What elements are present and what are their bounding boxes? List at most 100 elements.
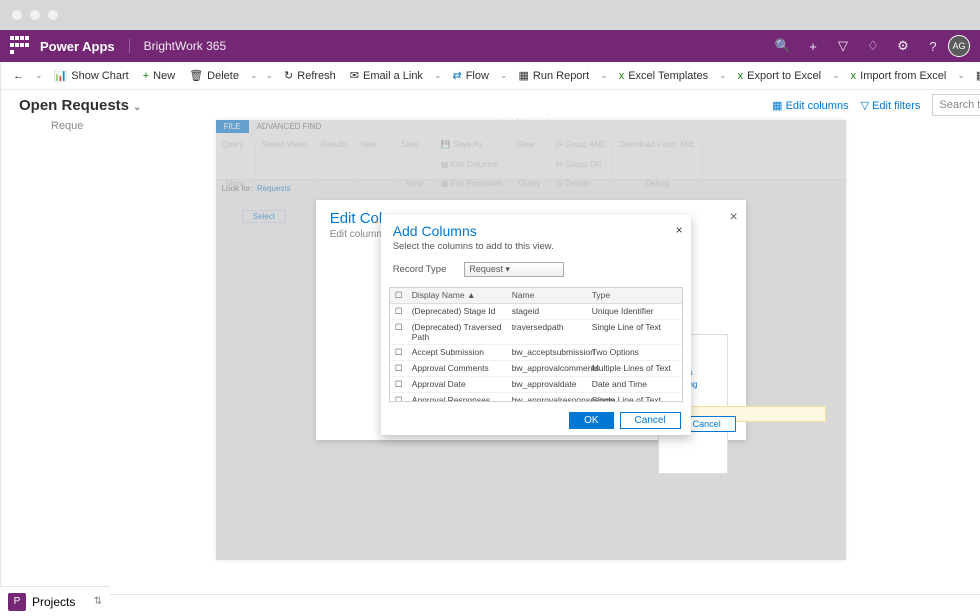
mac-max[interactable] [48,10,58,20]
cmd-refresh[interactable]: ↻Refresh [278,66,342,85]
cmd-back[interactable]: ← [7,67,30,85]
area-switcher[interactable]: P Projects ⇅ [0,586,110,616]
select-all-checkbox[interactable]: ☐ [390,288,408,303]
row-checkbox[interactable]: ☐ [390,320,408,344]
waffle-icon[interactable] [10,36,30,56]
name-cell: stageid [508,304,588,319]
cmd-email-a-link[interactable]: ✉Email a Link [344,66,429,85]
cmd-icon: x [619,70,625,82]
cmd-icon: 🗑 [189,69,203,82]
table-row[interactable]: ☐Approval Datebw_approvaldateDate and Ti… [390,377,682,393]
record-type-select[interactable]: Request ▾ [464,262,564,277]
d365-screenshot: Microsoft | Dynamics 365 FILE ADVANCED F… [216,120,846,560]
table-row[interactable]: ☐(Deprecated) Stage IdstageidUnique Iden… [390,304,682,320]
row-checkbox[interactable]: ☐ [390,377,408,392]
chevron-down-icon: ⌄ [133,102,141,113]
chevron-down-icon[interactable]: ⌄ [716,70,730,81]
name-cell: bw_approvaldate [508,377,588,392]
name-cell: traversedpath [508,320,588,344]
add-columns-dialog: × Add Columns Select the columns to add … [381,215,691,435]
cmd-import-from-excel[interactable]: xImport from Excel [845,67,953,85]
table-row[interactable]: ☐Approval Commentsbw_approvalcommentsMul… [390,361,682,377]
chevron-down-icon[interactable]: ⌄ [954,70,968,81]
status-bar: 0 - 0 of 0 |⟨ ⟨ Page 1 ⟩ [1,594,980,616]
cmd-icon: x [851,70,857,82]
cmd-excel-templates[interactable]: xExcel Templates [613,67,714,85]
display-name-cell: Accept Submission [408,345,508,360]
type-cell: Unique Identifier [588,304,682,319]
table-row[interactable]: ☐(Deprecated) Traversed Pathtraversedpat… [390,320,682,345]
display-name-cell: (Deprecated) Stage Id [408,304,508,319]
app-title: Power Apps [40,39,115,54]
cmd-export-to-excel[interactable]: xExport to Excel [732,67,827,85]
edit-columns-link[interactable]: ▦ Edit columns [772,99,848,112]
add-columns-title: Add Columns [393,223,679,239]
row-checkbox[interactable]: ☐ [390,393,408,402]
name-header[interactable]: Name [508,288,588,303]
name-cell: bw_approvalcomments [508,361,588,376]
close-icon[interactable]: × [730,208,738,224]
view-title[interactable]: Open Requests⌄ [19,97,141,114]
mac-close[interactable] [12,10,22,20]
requests-label: Reque [51,120,83,132]
name-cell: bw_approvalresponsesjson [508,393,588,402]
help-icon[interactable]: ? [918,31,948,61]
cmd-icon: ▦ [976,69,980,82]
row-checkbox[interactable]: ☐ [390,304,408,319]
window-chrome [0,0,980,30]
mac-min[interactable] [30,10,40,20]
cmd-flow[interactable]: ⇄Flow [446,66,494,85]
view-header: Open Requests⌄ ▦ Edit columns ▽ Edit fil… [1,90,980,120]
avatar[interactable]: AG [948,35,970,57]
chevron-down-icon[interactable]: ⌄ [247,70,261,81]
cmd-create-view[interactable]: ▦Create view [970,66,980,85]
display-name-cell: (Deprecated) Traversed Path [408,320,508,344]
type-header[interactable]: Type [588,288,682,303]
filter-icon[interactable]: ▽ [828,31,858,61]
add-icon[interactable]: + [798,31,828,61]
notifications-icon[interactable]: ♢ [858,31,888,61]
cmd-icon: x [738,70,744,82]
close-icon[interactable]: × [676,223,683,237]
row-checkbox[interactable]: ☐ [390,345,408,360]
cmd-show-chart[interactable]: 📊Show Chart [48,66,135,85]
chevron-down-icon[interactable]: ⌄ [597,70,611,81]
cmd-icon: ✉ [350,69,359,82]
display-name-cell: Approval Responses JSON [408,393,508,402]
cmd-icon: 📊 [54,69,68,82]
cmd-icon: ← [13,70,24,82]
display-name-cell: Approval Comments [408,361,508,376]
cancel-button[interactable]: Cancel [620,412,681,429]
chevron-down-icon[interactable]: ⌄ [263,70,277,81]
app-header: Power Apps BrightWork 365 🔍 + ▽ ♢ ⚙ ? AG [0,30,980,62]
chevron-down-icon[interactable]: ⌄ [431,70,445,81]
chevron-down-icon[interactable]: ⌄ [497,70,511,81]
type-cell: Single Line of Text [588,393,682,402]
type-cell: Single Line of Text [588,320,682,344]
search-icon[interactable]: 🔍 [768,31,798,61]
name-cell: bw_acceptsubmission [508,345,588,360]
row-checkbox[interactable]: ☐ [390,361,408,376]
table-row[interactable]: ☐Accept Submissionbw_acceptsubmissionTwo… [390,345,682,361]
add-columns-sub: Select the columns to add to this view. [393,241,679,252]
record-type-label: Record Type [393,264,447,275]
cmd-run-report[interactable]: ▦Run Report [512,66,595,85]
cmd-delete[interactable]: 🗑Delete [183,66,245,85]
cmd-new[interactable]: +New [137,67,181,85]
search-input[interactable]: Search this view🔍 [932,94,980,116]
ok-button[interactable]: OK [569,412,613,429]
display-name-header[interactable]: Display Name ▲ [408,288,508,303]
table-row[interactable]: ☐Approval Responses JSONbw_approvalrespo… [390,393,682,402]
environment-name[interactable]: BrightWork 365 [129,39,226,53]
settings-icon[interactable]: ⚙ [888,31,918,61]
cmd-icon: ⇄ [452,69,461,82]
cmd-icon: ↻ [284,69,293,82]
type-cell: Date and Time [588,377,682,392]
chevron-down-icon[interactable]: ⌄ [32,70,46,81]
edit-filters-link[interactable]: ▽ Edit filters [861,99,921,112]
command-bar: ←⌄📊Show Chart+New🗑Delete⌄⌄↻Refresh✉Email… [1,62,980,90]
chevron-down-icon[interactable]: ⌄ [829,70,843,81]
cmd-icon: + [143,70,149,82]
area-label: Projects [32,595,75,609]
type-cell: Two Options [588,345,682,360]
